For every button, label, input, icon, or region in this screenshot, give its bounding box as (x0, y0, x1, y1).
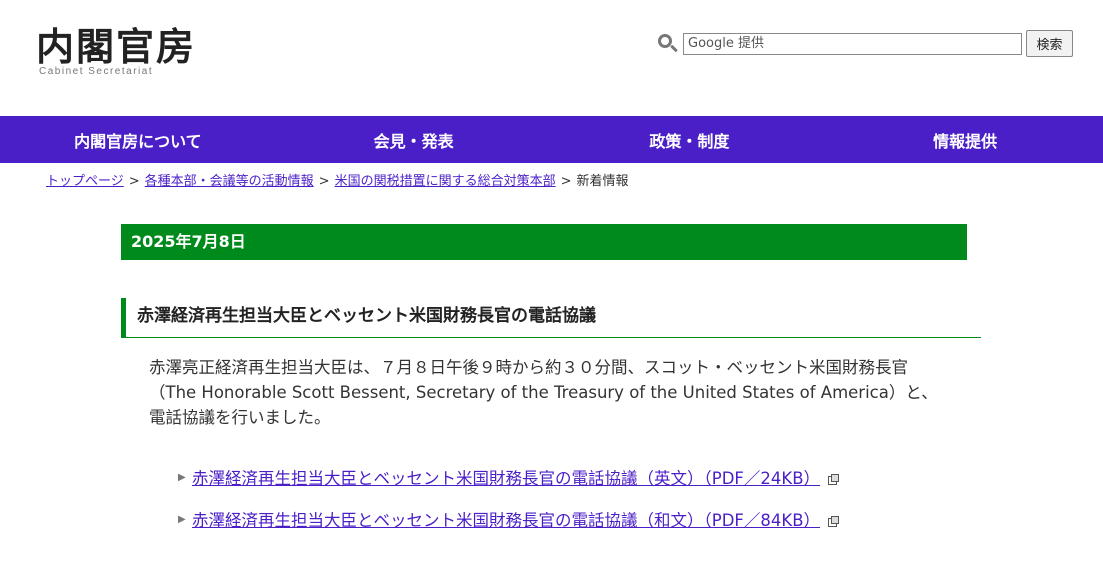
breadcrumb-separator: > (560, 174, 572, 189)
nav-item-press[interactable]: 会見・発表 (276, 116, 552, 163)
breadcrumb-link-tariff-headquarters[interactable]: 米国の関税措置に関する総合対策本部 (335, 174, 556, 189)
nav-item-information[interactable]: 情報提供 (827, 116, 1103, 163)
new-window-icon (828, 473, 840, 485)
breadcrumb: トップページ > 各種本部・会議等の活動情報 > 米国の関税措置に関する総合対策本部 > 新… (46, 170, 629, 189)
search-button[interactable]: 検索 (1026, 30, 1073, 57)
logo-title: 内閣官房 (36, 24, 197, 69)
search-icon (656, 32, 680, 56)
breadcrumb-separator: > (318, 174, 330, 189)
breadcrumb-link-councils[interactable]: 各種本部・会議等の活動情報 (145, 174, 314, 189)
pdf-link-english[interactable]: 赤澤経済再生担当大臣とベッセント米国財務長官の電話協議（英文）（PDF／24KB… (192, 465, 820, 489)
list-item: ▶ 赤澤経済再生担当大臣とベッセント米国財務長官の電話協議（和文）（PDF／84… (178, 507, 840, 531)
site-logo[interactable]: 内閣官房 Cabinet Secretariat (36, 24, 196, 77)
bullet-arrow-icon: ▶ (178, 471, 186, 483)
attachment-list: ▶ 赤澤経済再生担当大臣とベッセント米国財務長官の電話協議（英文）（PDF／24… (178, 465, 840, 549)
global-nav: 内閣官房について 会見・発表 政策・制度 情報提供 (0, 116, 1103, 163)
article-body: 赤澤亮正経済再生担当大臣は、７月８日午後９時から約３０分間、スコット・ベッセント… (149, 358, 938, 427)
site-header: 内閣官房 Cabinet Secretariat 検索 (0, 0, 1103, 116)
bullet-arrow-icon: ▶ (178, 513, 186, 525)
search-area: 検索 (656, 30, 1073, 57)
pdf-link-japanese[interactable]: 赤澤経済再生担当大臣とベッセント米国財務長官の電話協議（和文）（PDF／84KB… (192, 507, 820, 531)
new-window-icon (828, 515, 840, 527)
article-heading: 赤澤経済再生担当大臣とベッセント米国財務長官の電話協議 (121, 298, 981, 338)
breadcrumb-link-top[interactable]: トップページ (46, 174, 124, 189)
date-heading: 2025年7月8日 (121, 224, 967, 260)
search-input[interactable] (683, 32, 1022, 55)
nav-item-about[interactable]: 内閣官房について (0, 116, 276, 163)
breadcrumb-current: 新着情報 (576, 174, 629, 189)
nav-item-policy[interactable]: 政策・制度 (552, 116, 828, 163)
list-item: ▶ 赤澤経済再生担当大臣とベッセント米国財務長官の電話協議（英文）（PDF／24… (178, 465, 840, 489)
breadcrumb-separator: > (128, 174, 140, 189)
